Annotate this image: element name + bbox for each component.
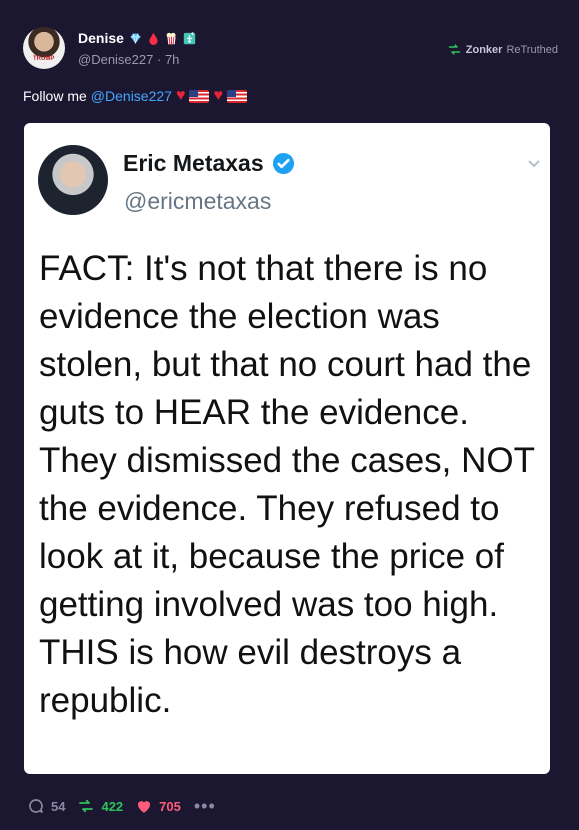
like-count: 705 <box>159 798 181 814</box>
diamond-icon <box>130 33 141 43</box>
verified-badge-icon <box>272 152 294 175</box>
quoted-tweet-text: FACT: It's not that there is no evidence… <box>39 249 535 720</box>
retruth-icon <box>79 799 94 813</box>
blood-drop-icon <box>149 32 158 45</box>
statue-of-liberty-icon <box>183 31 196 44</box>
us-flag-icon <box>226 89 247 103</box>
post-time[interactable]: 7h <box>165 52 179 67</box>
post-text: Follow me @Denise227 ♥ ♥ <box>23 88 247 104</box>
separator-dot: · <box>156 52 165 67</box>
retruthed-label: ReTruthed <box>506 43 558 56</box>
chevron-down-icon <box>528 160 540 168</box>
mention-link[interactable]: @Denise227 <box>91 88 172 104</box>
reply-icon <box>29 799 43 813</box>
reply-count: 54 <box>51 798 66 814</box>
retruthed-by: Zonker <box>465 43 503 56</box>
user-line: Denise <box>78 30 196 46</box>
post-actions: 54 422 705 ••• <box>27 796 216 816</box>
quoted-handle: @ericmetaxas <box>124 188 272 214</box>
retruth-count: 422 <box>101 798 124 814</box>
quoted-name-line: Eric Metaxas <box>123 150 295 177</box>
us-flag-icon <box>189 89 210 103</box>
quoted-tweet-image[interactable]: Eric Metaxas @ericmetaxas FACT: It's not… <box>24 123 550 774</box>
avatar[interactable]: TRUMP <box>23 27 65 69</box>
handle-line: @Denise227 · 7h <box>78 52 179 67</box>
post-text-prefix: Follow me <box>23 88 87 104</box>
user-handle[interactable]: @Denise227 <box>78 52 153 67</box>
like-action[interactable]: 705 <box>135 797 187 815</box>
quoted-display-name: Eric Metaxas <box>123 150 264 176</box>
heart-icon <box>138 801 151 813</box>
more-options-icon[interactable]: ••• <box>194 797 216 815</box>
post-header: TRUMP Denise @Denise227 · 7h Zonker ReTr… <box>23 27 558 75</box>
retruthed-indicator[interactable]: Zonker ReTruthed <box>447 42 558 57</box>
quoted-avatar <box>38 145 108 215</box>
heart-icon: ♥ <box>213 87 223 104</box>
heart-icon: ♥ <box>175 87 186 104</box>
avatar-shirt-text: TRUMP <box>33 56 55 62</box>
retruth-action[interactable]: 422 <box>77 797 128 815</box>
popcorn-icon <box>166 32 176 44</box>
display-name[interactable]: Denise <box>78 30 124 46</box>
reply-action[interactable]: 54 <box>27 797 70 815</box>
retruth-icon <box>448 44 460 55</box>
